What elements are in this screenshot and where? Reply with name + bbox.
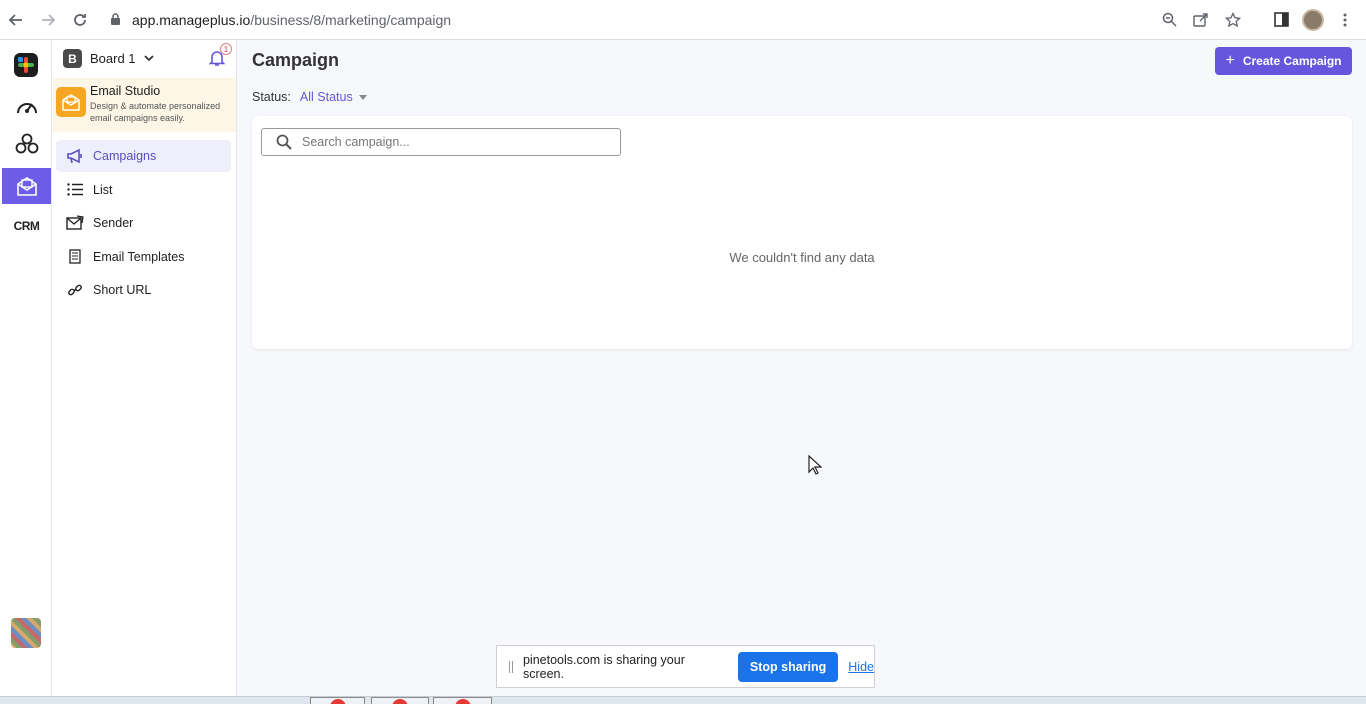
page-title: Campaign — [252, 50, 340, 70]
email-studio-icon — [56, 87, 86, 117]
empty-state-message: We couldn't find any data — [729, 250, 875, 265]
os-taskbar — [0, 696, 1366, 704]
zoom-icon[interactable] — [1158, 9, 1180, 31]
reload-icon[interactable] — [64, 4, 96, 36]
board-name: Board 1 — [90, 51, 136, 66]
app-logo-icon[interactable] — [14, 53, 38, 77]
app-icon — [392, 699, 408, 704]
menu-item-short-url[interactable]: Short URL — [56, 274, 231, 306]
mouse-cursor-icon — [808, 454, 823, 475]
caret-down-icon[interactable] — [358, 94, 367, 100]
module-sidebar: B Board 1 1 Email Studio Design & automa… — [52, 40, 237, 696]
url-text: app.manageplus.io/business/8/marketing/c… — [132, 12, 451, 28]
menu-item-list[interactable]: List — [56, 174, 231, 206]
email-studio-card: Email Studio Design & automate personali… — [52, 78, 236, 132]
url-path: /business/8/marketing/campaign — [250, 11, 452, 28]
create-campaign-label: Create Campaign — [1242, 54, 1342, 68]
screen-share-bar: pinetools.com is sharing your screen. St… — [496, 645, 875, 688]
taskbar-app[interactable] — [371, 697, 429, 704]
notification-badge: 1 — [220, 43, 232, 55]
dashboard-icon[interactable] — [2, 88, 51, 124]
back-icon[interactable] — [0, 4, 32, 36]
studio-menu: Campaigns List Sender Email Templates Sh… — [56, 140, 231, 308]
menu-item-label: Short URL — [93, 283, 152, 297]
share-message: pinetools.com is sharing your screen. — [522, 652, 685, 681]
menu-item-sender[interactable]: Sender — [56, 207, 231, 239]
more-menu-icon[interactable] — [1334, 9, 1356, 31]
megaphone-icon — [66, 147, 84, 165]
board-badge: B — [63, 49, 82, 68]
link-icon — [66, 281, 84, 299]
menu-item-label: Sender — [93, 216, 134, 230]
search-box[interactable] — [261, 128, 621, 156]
chevron-down-icon — [143, 53, 154, 65]
list-icon — [66, 181, 84, 199]
url-host: app.manageplus.io — [132, 11, 251, 28]
menu-item-label: List — [93, 182, 113, 197]
forward-icon[interactable] — [32, 4, 64, 36]
board-selector[interactable]: B Board 1 — [63, 49, 154, 68]
share-icon[interactable] — [1190, 9, 1212, 31]
integrations-icon[interactable] — [2, 126, 51, 162]
address-bar[interactable]: app.manageplus.io/business/8/marketing/c… — [102, 5, 1158, 35]
status-filter: Status: All Status — [252, 90, 367, 104]
menu-item-campaigns[interactable]: Campaigns — [56, 140, 231, 172]
menu-item-label: Campaigns — [93, 149, 157, 163]
email-marketing-icon[interactable] — [2, 168, 51, 204]
stop-sharing-button[interactable]: Stop sharing — [737, 651, 839, 682]
lock-icon — [108, 13, 122, 27]
template-icon — [66, 248, 84, 266]
side-panel-icon[interactable] — [1270, 9, 1292, 31]
search-input[interactable] — [302, 135, 602, 149]
app-icon — [454, 699, 471, 704]
search-icon — [276, 134, 292, 150]
user-avatar[interactable] — [11, 618, 41, 648]
menu-item-email-templates[interactable]: Email Templates — [56, 241, 231, 273]
crm-label: CRM — [13, 219, 40, 233]
campaign-panel: We couldn't find any data — [252, 116, 1352, 349]
menu-item-label: Email Templates — [93, 249, 185, 264]
browser-toolbar: app.manageplus.io/business/8/marketing/c… — [0, 0, 1366, 40]
app-rail: CRM — [0, 40, 52, 696]
send-mail-icon — [66, 214, 84, 232]
plus-icon: + — [1225, 52, 1235, 69]
taskbar-app[interactable] — [433, 697, 492, 704]
app-icon — [329, 699, 346, 704]
bookmark-star-icon[interactable] — [1222, 9, 1244, 31]
drag-handle-icon[interactable] — [509, 660, 513, 673]
studio-description: Design & automate personalized email cam… — [90, 101, 221, 123]
studio-title: Email Studio — [90, 84, 161, 98]
create-campaign-button[interactable]: + Create Campaign — [1215, 47, 1352, 75]
status-label: Status: — [252, 90, 291, 104]
status-dropdown[interactable]: All Status — [300, 90, 353, 104]
crm-icon[interactable]: CRM — [2, 208, 51, 244]
profile-avatar[interactable] — [1302, 8, 1324, 31]
hide-link[interactable]: Hide — [848, 660, 874, 674]
taskbar-app[interactable] — [310, 697, 365, 704]
